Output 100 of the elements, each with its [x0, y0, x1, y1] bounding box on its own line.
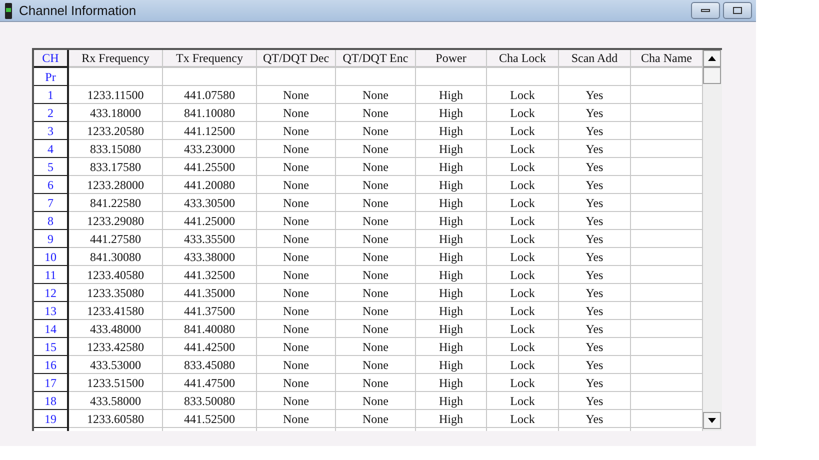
table-cell: High [416, 176, 487, 194]
row-header: 3 [34, 122, 69, 140]
scroll-down-button[interactable] [703, 412, 721, 429]
table-cell: 441.32500 [163, 266, 257, 284]
table-cell [631, 266, 703, 284]
table-cell: None [336, 86, 416, 104]
table-cell: Yes [559, 374, 631, 392]
table-cell: 1233.35080 [69, 284, 163, 302]
table-cell: 441.27580 [69, 230, 163, 248]
column-header: Cha Name [631, 50, 703, 68]
table-cell [631, 140, 703, 158]
table-cell [631, 302, 703, 320]
table-cell: High [416, 302, 487, 320]
table-cell: None [336, 230, 416, 248]
table-cell: 841.30080 [69, 248, 163, 266]
table-cell: Lock [487, 194, 559, 212]
table-cell: None [257, 374, 336, 392]
table-cell: High [416, 212, 487, 230]
down-arrow-icon [708, 418, 716, 423]
table-cell: None [257, 194, 336, 212]
table-cell: 433.38000 [163, 248, 257, 266]
table-cell: None [336, 266, 416, 284]
row-header: 17 [34, 374, 69, 392]
row-header: 10 [34, 248, 69, 266]
row-header: 19 [34, 410, 69, 428]
table-cell: 1233.40580 [69, 266, 163, 284]
table-cell: 433.35500 [163, 230, 257, 248]
table-cell: None [336, 104, 416, 122]
row-header: 11 [34, 266, 69, 284]
table-cell: Lock [487, 284, 559, 302]
table-cell: High [416, 248, 487, 266]
row-header: 4 [34, 140, 69, 158]
row-header: 13 [34, 302, 69, 320]
table-cell: None [336, 194, 416, 212]
table-cell: 833.17580 [69, 158, 163, 176]
table-cell: Lock [487, 248, 559, 266]
table-cell [631, 374, 703, 392]
table-cell: Yes [559, 302, 631, 320]
row-header: Pr [34, 68, 69, 86]
table-cell: Yes [559, 122, 631, 140]
table-cell: None [257, 86, 336, 104]
table-cell: Lock [487, 104, 559, 122]
table-cell [631, 410, 703, 428]
table-cell: 433.58000 [69, 392, 163, 410]
table-cell: Lock [487, 356, 559, 374]
table-cell: 441.07580 [163, 86, 257, 104]
scrollbar[interactable] [703, 48, 722, 431]
table-cell: Lock [487, 392, 559, 410]
maximize-button[interactable] [723, 2, 752, 19]
table-cell [631, 176, 703, 194]
column-header: Power [416, 50, 487, 68]
table-cell: None [257, 176, 336, 194]
scroll-thumb[interactable] [703, 67, 721, 84]
table-cell: None [336, 284, 416, 302]
table-cell: 1233.60580 [69, 410, 163, 428]
table-cell: 441.47500 [163, 374, 257, 392]
table-cell: 441.25500 [163, 158, 257, 176]
up-arrow-icon [708, 56, 716, 61]
table-cell [631, 248, 703, 266]
table-cell [631, 158, 703, 176]
window-title: Channel Information [19, 2, 136, 20]
table-cell: 1233.11500 [69, 86, 163, 104]
table-cell: None [336, 302, 416, 320]
table-cell: High [416, 230, 487, 248]
table-cell: None [336, 374, 416, 392]
table-cell: Yes [559, 104, 631, 122]
table-cell: 1233.51500 [69, 374, 163, 392]
table-cell: None [336, 212, 416, 230]
row-header: 12 [34, 284, 69, 302]
table-cell: 441.12500 [163, 122, 257, 140]
table-cell: Lock [487, 374, 559, 392]
row-header: 2 [34, 104, 69, 122]
column-header: Cha Lock [487, 50, 559, 68]
table-cell: None [257, 230, 336, 248]
table-cell: 441.52500 [163, 410, 257, 428]
table-cell: 441.25000 [163, 212, 257, 230]
scroll-up-button[interactable] [703, 50, 721, 67]
table-cell: Yes [559, 356, 631, 374]
table-cell: High [416, 140, 487, 158]
table-cell [631, 338, 703, 356]
table-cell: Lock [487, 320, 559, 338]
row-header: 5 [34, 158, 69, 176]
table-cell: 433.30500 [163, 194, 257, 212]
table-cell: 1233.41580 [69, 302, 163, 320]
table-cell: Yes [559, 158, 631, 176]
table-cell: 833.15080 [69, 140, 163, 158]
table-cell: High [416, 104, 487, 122]
table-cell: 1233.20580 [69, 122, 163, 140]
table-cell: High [416, 392, 487, 410]
table-cell [559, 68, 631, 86]
row-header: 8 [34, 212, 69, 230]
table-cell: None [336, 338, 416, 356]
table-cell: None [257, 356, 336, 374]
minimize-button[interactable] [691, 2, 720, 19]
table-cell: None [336, 410, 416, 428]
table-cell: Yes [559, 86, 631, 104]
table-cell: Yes [559, 284, 631, 302]
table-cell: None [257, 248, 336, 266]
table-cell: None [336, 320, 416, 338]
table-cell: Lock [487, 158, 559, 176]
